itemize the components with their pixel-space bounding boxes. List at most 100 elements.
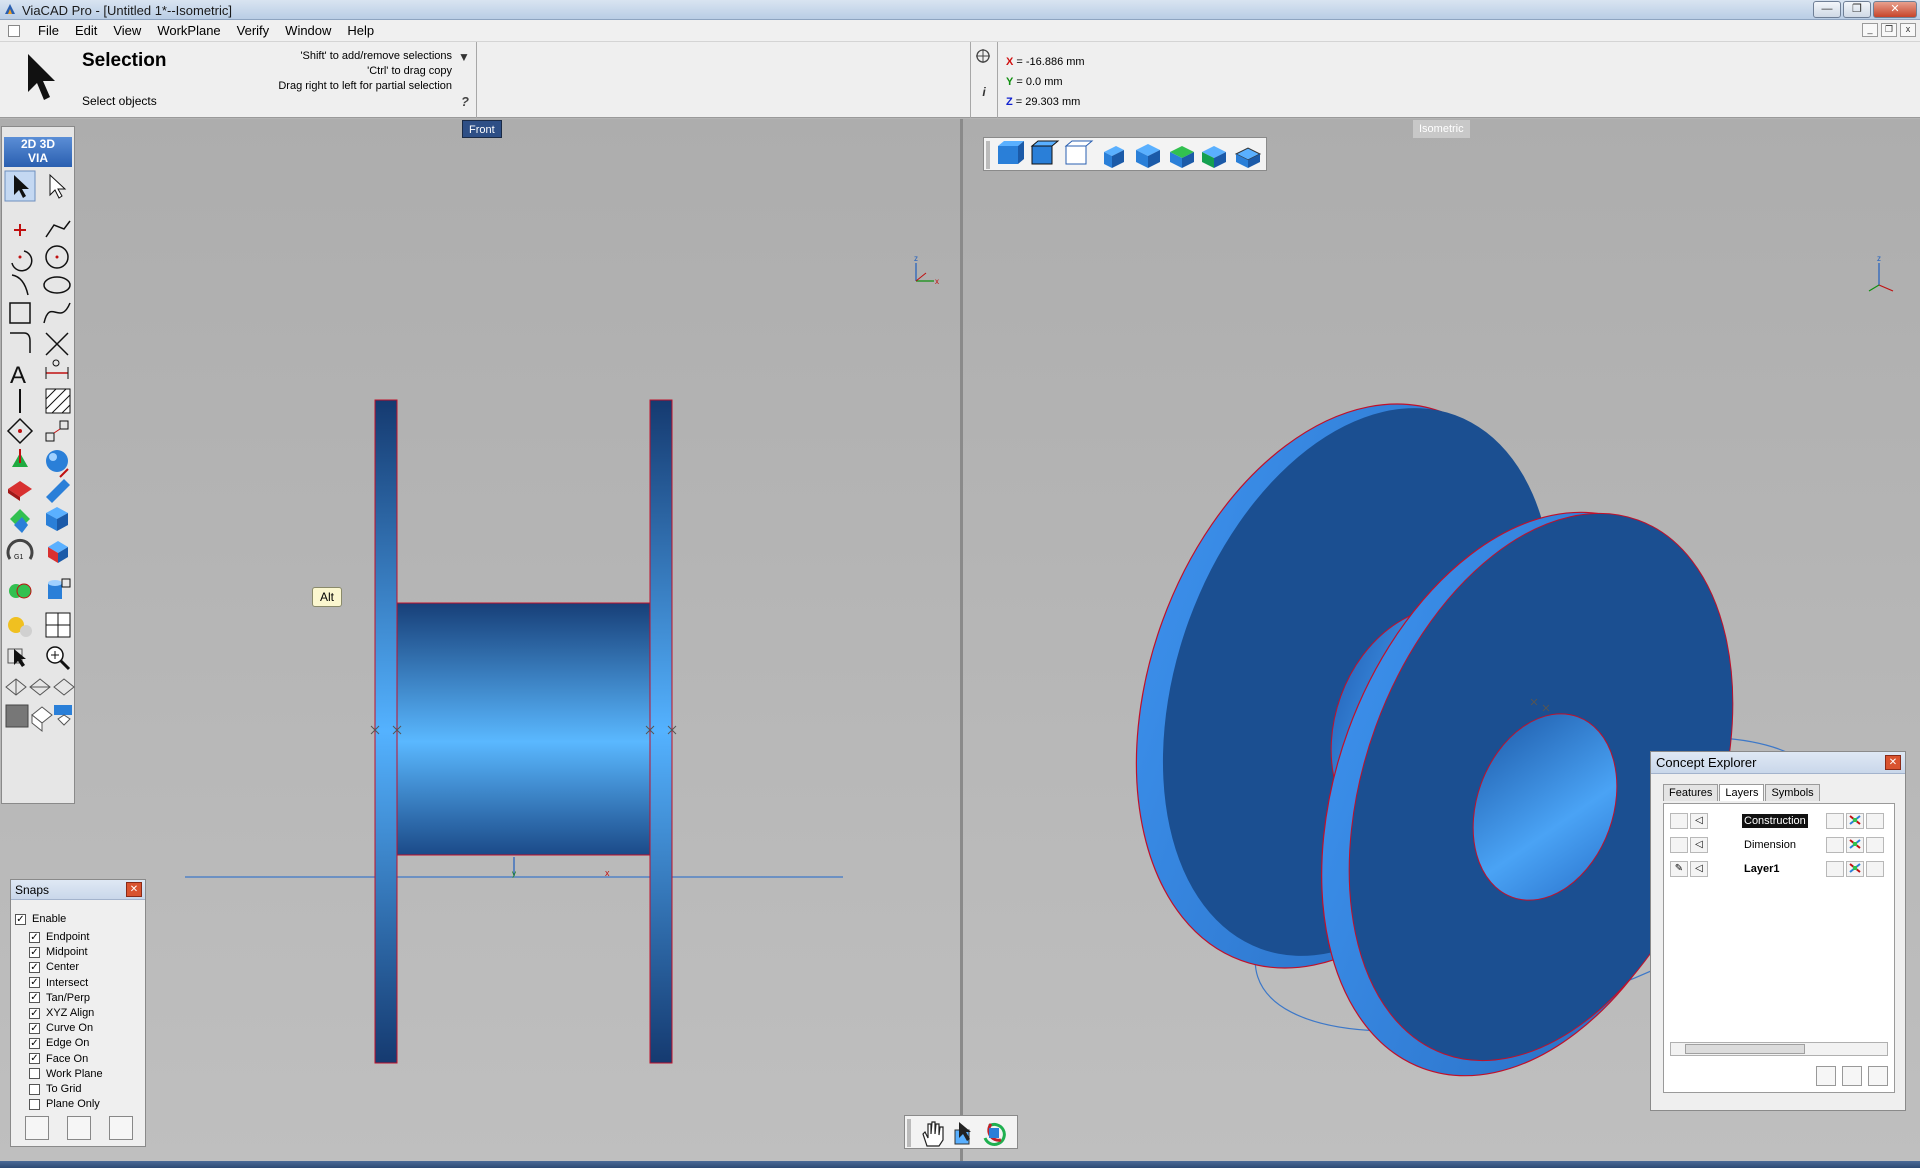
menu-window[interactable]: Window — [277, 23, 339, 39]
doc-minimize-button[interactable]: _ — [1862, 23, 1878, 37]
layer-lock-cell[interactable] — [1826, 837, 1844, 853]
snap-checkbox[interactable]: ✓ — [29, 946, 40, 958]
help-button[interactable]: ? — [461, 94, 469, 109]
layer-color-icon[interactable] — [1846, 861, 1864, 877]
ellipse-tool-icon[interactable] — [43, 276, 71, 294]
blend-tool-icon[interactable] — [9, 583, 32, 599]
add-sublayer-button[interactable] — [1842, 1066, 1862, 1086]
layer-row[interactable]: ◁ Construction — [1664, 810, 1894, 832]
close-button[interactable]: ✕ — [1873, 1, 1917, 18]
layer-extra-cell[interactable] — [1866, 837, 1884, 853]
zoom-icon[interactable] — [46, 646, 71, 671]
sphere-tool-icon[interactable] — [46, 450, 68, 472]
snap-checkbox[interactable]: ✓ — [29, 1037, 40, 1049]
outline-cube-icon[interactable] — [31, 706, 53, 733]
snap-option-intersect[interactable]: ✓ Intersect — [29, 976, 88, 990]
add-layer-button[interactable] — [1816, 1066, 1836, 1086]
snap-checkbox[interactable] — [29, 1083, 40, 1095]
pan-hand-icon[interactable] — [922, 1121, 944, 1147]
layer-lock-cell[interactable] — [1826, 813, 1844, 829]
view-top-icon[interactable] — [1136, 144, 1160, 168]
text-tool-icon[interactable]: A — [10, 362, 26, 389]
render-material-icon[interactable] — [8, 617, 32, 637]
zoom-window-icon[interactable] — [954, 1122, 971, 1145]
boolean-tool-icon[interactable] — [48, 541, 68, 563]
snap-option-edge-on[interactable]: ✓ Edge On — [29, 1036, 89, 1050]
trim-tool-icon[interactable] — [45, 332, 69, 356]
active-layer-pencil-icon[interactable]: ✎ — [1670, 861, 1688, 877]
hidden-view-icon[interactable] — [29, 678, 51, 696]
document-icon[interactable] — [8, 25, 20, 37]
delete-layer-button[interactable] — [1868, 1066, 1888, 1086]
arc-tool-icon[interactable] — [11, 250, 33, 272]
snap-checkbox[interactable]: ✓ — [29, 992, 40, 1004]
shell-tool-icon[interactable]: G1 — [6, 538, 34, 561]
circle-tool-icon[interactable] — [45, 245, 69, 269]
snap-checkbox[interactable] — [29, 1098, 40, 1110]
iso-view-icon[interactable] — [53, 678, 75, 696]
snap-option-to-grid[interactable]: To Grid — [29, 1082, 81, 1096]
info-icon[interactable]: i — [975, 85, 993, 99]
snap-checkbox[interactable]: ✓ — [29, 931, 40, 943]
layer-extra-cell[interactable] — [1866, 861, 1884, 877]
hidden-line-icon[interactable] — [1064, 140, 1094, 165]
subselect-tool-icon[interactable] — [49, 173, 67, 199]
layer-extra-cell[interactable] — [1866, 813, 1884, 829]
layer-name[interactable]: Dimension — [1742, 838, 1798, 852]
snap-option-plane-only[interactable]: Plane Only — [29, 1097, 100, 1111]
loft-tool-icon[interactable] — [10, 509, 30, 533]
snap-options-button[interactable] — [25, 1116, 49, 1140]
menu-workplane[interactable]: WorkPlane — [149, 23, 228, 39]
snap-option-endpoint[interactable]: ✓ Endpoint — [29, 930, 89, 944]
rectangle-tool-icon[interactable] — [9, 302, 31, 324]
snap-plane-button[interactable] — [109, 1116, 133, 1140]
zoom-extents-icon[interactable] — [7, 648, 26, 667]
doc-restore-button[interactable]: ❐ — [1881, 23, 1897, 37]
scrollbar-thumb[interactable] — [1685, 1044, 1805, 1054]
options-dropdown-icon[interactable]: ▼ — [458, 50, 470, 64]
horizontal-scrollbar[interactable] — [1670, 1042, 1888, 1056]
layer-edit-cell[interactable] — [1670, 813, 1688, 829]
minimize-button[interactable]: — — [1813, 1, 1841, 18]
cylinder-tool-icon[interactable] — [46, 468, 70, 503]
viacad-app-icon[interactable] — [3, 2, 17, 16]
view-iso-green-icon[interactable] — [1170, 146, 1194, 168]
layer-edit-cell[interactable] — [1670, 837, 1688, 853]
fillet-tool-icon[interactable] — [10, 332, 31, 353]
snap-option-work-plane[interactable]: Work Plane — [29, 1067, 103, 1081]
hatch-tool-icon[interactable] — [45, 388, 71, 414]
point-tool-icon[interactable] — [14, 224, 26, 236]
menu-view[interactable]: View — [105, 23, 149, 39]
palette-more-icon[interactable] — [54, 705, 72, 726]
shaded-icon[interactable] — [998, 141, 1024, 164]
snap-option-midpoint[interactable]: ✓ Midpoint — [29, 945, 88, 959]
snap-checkbox[interactable]: ✓ — [29, 1007, 40, 1019]
box-tool-icon[interactable] — [46, 507, 68, 531]
menu-verify[interactable]: Verify — [229, 23, 278, 39]
snap-checkbox[interactable]: ✓ — [29, 1053, 40, 1065]
menu-help[interactable]: Help — [339, 23, 382, 39]
tangent-arc-tool-icon[interactable] — [11, 274, 29, 296]
dimension-tool-icon[interactable] — [45, 359, 69, 379]
move-tool-icon[interactable] — [45, 420, 69, 442]
snap-option-center[interactable]: ✓ Center — [29, 960, 79, 974]
snap-checkbox[interactable]: ✓ — [29, 1022, 40, 1034]
snap-checkbox[interactable]: ✓ — [15, 913, 26, 925]
snap-option-enable[interactable]: ✓ Enable — [15, 912, 66, 926]
viewports-layout-icon[interactable] — [45, 612, 71, 638]
doc-close-button[interactable]: x — [1900, 23, 1916, 37]
snap-checkbox[interactable]: ✓ — [29, 961, 40, 973]
layer-row[interactable]: ✎ ◁ Layer1 — [1664, 858, 1894, 880]
snap-checkbox[interactable] — [29, 1068, 40, 1080]
wireframe-view-icon[interactable] — [5, 678, 27, 696]
tab-layers[interactable]: Layers — [1719, 784, 1765, 801]
crosshair-icon[interactable] — [975, 48, 991, 64]
extrude-tool-icon[interactable] — [12, 449, 28, 467]
layer-name[interactable]: Construction — [1742, 814, 1808, 828]
snap-checkbox[interactable]: ✓ — [29, 977, 40, 989]
layer-lock-cell[interactable] — [1826, 861, 1844, 877]
snap-align-button[interactable] — [67, 1116, 91, 1140]
shaded-cube-icon[interactable] — [5, 704, 29, 728]
concept-explorer-close-button[interactable]: ✕ — [1885, 755, 1901, 770]
menu-file[interactable]: File — [30, 23, 67, 39]
